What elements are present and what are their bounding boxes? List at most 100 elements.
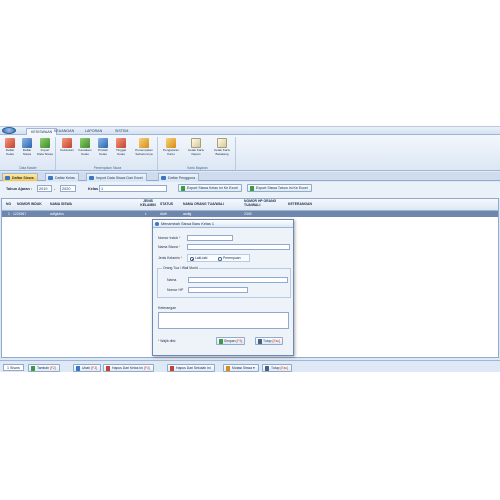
column-header[interactable]: NOMOR INDUK [17,202,42,207]
hapus-dari-sekolah-button[interactable]: Hapus Dari Sekolah Ini [167,364,215,372]
close-icon [258,339,262,344]
print-card-front-icon [191,138,201,148]
nama-ortu-input[interactable] [188,277,288,283]
ribbon: Daftar Kelas Daftar Siswa Import Data Si… [0,135,500,171]
table-cell: asdfg [183,212,192,216]
button-label: Daftar Siswa [22,148,32,156]
previous-placement-icon [139,138,149,148]
column-header[interactable]: NOMOR HP ORANG TUA/WALI [244,199,286,207]
radio-label: Perempuan [223,256,241,260]
table-cell: L [145,212,147,216]
radio-dot [190,257,194,261]
column-header[interactable]: NAMA SISWA [50,202,72,207]
ribbon-group-penempatan-siswa: Kelulusan Kenaikan Kelas Pindah Kelas Ti… [58,137,158,170]
student-list-icon [22,138,32,148]
tutup-button[interactable]: Tutup [Esc] [262,364,293,372]
button-label: Simpan [224,339,236,343]
radio-laki-laki[interactable]: Laki-laki [190,256,207,261]
excel-icon [181,186,185,191]
cetak-kartu-belakang-button[interactable]: Cetak Kartu Belakang [210,138,234,156]
button-label: Tutup [263,339,272,343]
penempatan-sebelumnya-button[interactable]: Penempatan Sebelumnya [132,138,156,156]
tab-icon [5,176,10,180]
tab-label: Import Data Siswa Dari Excel [96,176,143,180]
button-label: Cetak Kartu Belakang [213,148,231,156]
doc-tab-daftar-pengguna[interactable]: Daftar Pengguna [158,173,200,181]
pindah-kelas-button[interactable]: Pindah Kelas [95,138,111,156]
tutup-dialog-button[interactable]: Tutup [Esc] [255,337,284,345]
tab-sistem[interactable]: SISTEM [111,128,132,135]
ribbon-tab-bar: KESISWAAN KEUANGAN LAPORAN SISTEM [0,127,500,135]
nomor-induk-input[interactable] [187,235,233,241]
cetak-kartu-depan-button[interactable]: Cetak Kartu Depan [185,138,207,156]
daftar-siswa-button[interactable]: Daftar Siswa [19,138,35,156]
tab-label: Daftar Siswa [12,176,34,180]
table-cell: 2345 [244,212,252,216]
table-row[interactable]: 1 1224967 adfgfuthu L Aktif asdfg 2345 [2,211,498,217]
tambah-button[interactable]: Tambah [F2] [28,364,60,372]
export-tahun-button[interactable]: Export Siswa Tahun Ini Ke Excel [247,184,312,192]
column-header[interactable]: JENIS KELAMIN [137,199,159,207]
excel-icon [250,186,254,191]
nama-ortu-label: Nama [167,278,177,282]
nomor-induk-label: Nomor Induk * [158,236,180,240]
simpan-button[interactable]: Simpan [F5] [216,337,246,345]
button-label: Hapus Dari Sekolah Ini [176,366,211,370]
button-label: Mutasi Siswa [232,366,252,370]
ribbon-group-kartu-bayaran: Pengaturan Kartu Cetak Kartu Depan Cetak… [160,137,236,170]
doc-tab-daftar-kelas[interactable]: Daftar Kelas [45,173,79,181]
kelulusan-button[interactable]: Kelulusan [59,138,75,153]
year-to-input[interactable]: 2020 [60,185,76,192]
radio-perempuan[interactable]: Perempuan [218,256,241,261]
add-icon [31,366,35,371]
column-header[interactable]: KETERANGAN [288,202,312,207]
mutasi-siswa-button[interactable]: Mutasi Siswa ▾ [223,364,259,372]
radio-label: Laki-laki [195,256,208,260]
label-text: Jenis Kelamin [158,256,180,260]
year-from-input[interactable]: 2019 [37,185,52,192]
button-label: Pengaturan Kartu [163,148,179,156]
button-label: Tambah [37,366,50,370]
export-kelas-button[interactable]: Export Siswa Kelas Ini Ke Excel [178,184,242,192]
edit-icon [76,366,80,371]
tab-icon [161,176,166,180]
table-cell: adfgfuthu [50,212,65,216]
year-separator: - [54,187,56,191]
required-mark: * [180,256,183,260]
gender-radio-group: Laki-laki Perempuan [187,254,250,262]
button-label: Ubah [82,366,91,370]
application-menu-button[interactable] [2,127,16,134]
pengaturan-kartu-button[interactable]: Pengaturan Kartu [161,138,181,156]
ubah-button[interactable]: Ubah [F3] [73,364,101,372]
tab-laporan[interactable]: LAPORAN [81,128,106,135]
table-cell: 1224967 [13,212,27,216]
kelas-select[interactable]: 1 [99,185,167,192]
ribbon-group-data-master: Daftar Kelas Daftar Siswa Import Data Si… [1,137,56,170]
column-header[interactable]: STATUS [160,202,173,207]
tinggal-kelas-button[interactable]: Tinggal Kelas [113,138,129,156]
doc-tab-import-excel[interactable]: Import Data Siswa Dari Excel [86,173,147,181]
button-label: Tutup [271,366,280,370]
button-label: Export Siswa Kelas Ini Ke Excel [187,186,238,190]
import-data-siswa-button[interactable]: Import Data Siswa [37,138,53,156]
nama-siswa-input[interactable] [187,244,290,250]
hotkey: [F2] [50,366,56,370]
button-label: Hapus Dari Kelas Ini [112,366,143,370]
ribbon-group-label: Kartu Bayaran [187,166,208,170]
button-label: Export Siswa Tahun Ini Ke Excel [256,186,308,190]
delete-icon [170,366,174,371]
tab-icon [48,176,53,180]
doc-tab-daftar-siswa[interactable]: Daftar Siswa [2,173,38,181]
hapus-dari-kelas-button[interactable]: Hapus Dari Kelas Ini [F4] [103,364,154,372]
remove-from-class-icon [106,366,110,371]
daftar-kelas-button[interactable]: Daftar Kelas [2,138,18,156]
button-label: Daftar Kelas [5,148,15,156]
nomor-hp-input[interactable] [188,287,248,293]
column-header[interactable]: NAMA ORANG TUA/WALI [183,202,224,207]
ribbon-group-label: Penempatan Siswa [93,166,122,170]
column-header[interactable]: NO [6,202,11,207]
tab-keuangan[interactable]: KEUANGAN [50,128,78,135]
transfer-icon [226,366,230,371]
kenaikan-kelas-button[interactable]: Kenaikan Kelas [77,138,93,156]
keterangan-textarea[interactable] [158,312,289,329]
